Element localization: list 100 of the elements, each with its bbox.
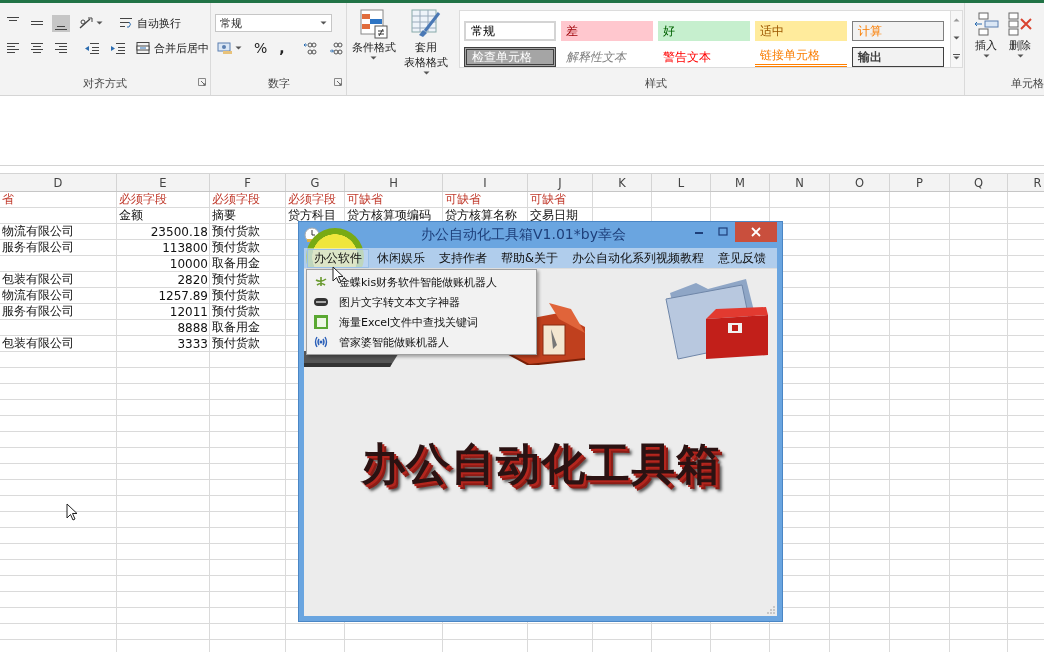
column-header[interactable]: L — [652, 174, 711, 191]
column-header[interactable]: P — [890, 174, 950, 191]
table-cell-text: 省 — [1, 192, 15, 208]
table-cell-text: 贷方核算名称 — [444, 208, 518, 224]
cell-style-option[interactable]: 适中 — [755, 21, 847, 41]
cell-style-option[interactable]: 常规 — [464, 21, 556, 41]
column-header[interactable]: O — [830, 174, 890, 191]
column-header[interactable]: G — [286, 174, 345, 191]
caret-icon — [320, 21, 327, 25]
table-cell-text: 摘要 — [211, 208, 237, 224]
column-header[interactable]: I — [443, 174, 528, 191]
middle-align-icon — [31, 21, 43, 25]
column-header[interactable]: K — [593, 174, 652, 191]
wrap-text-icon — [119, 16, 133, 30]
window-title: 办公自动化工具箱V1.01*by幸会 — [420, 226, 627, 244]
column-header[interactable]: J — [528, 174, 593, 191]
colored-grid-icon — [359, 9, 388, 39]
column-header[interactable]: H — [345, 174, 443, 191]
caret-icon — [235, 46, 242, 50]
comma-button[interactable]: , — [277, 39, 287, 57]
increase-indent-icon — [110, 41, 126, 55]
banner-title: 办公自动化工具箱 — [359, 437, 722, 491]
menu-item[interactable]: 意见反馈 — [711, 249, 772, 267]
group-label: 对齐方式 — [83, 75, 127, 91]
menu-item[interactable]: 管家婆智能做账机器人 — [307, 332, 536, 352]
menu-item[interactable]: 图片文字转文本文字神器 — [307, 292, 536, 312]
table-cell-text: 12011 — [168, 304, 209, 320]
table-cell-text: 包装有限公司 — [1, 336, 75, 352]
table-brush-icon — [411, 9, 441, 39]
caret-icon — [422, 71, 430, 75]
menu-item[interactable]: 金蝶kis财务软件智能做账机器人 — [307, 272, 536, 292]
cell-style-option[interactable]: 输出 — [852, 47, 944, 67]
column-header[interactable]: E — [117, 174, 210, 191]
menu-item[interactable]: 海量Excel文件中查找关键词 — [307, 312, 536, 332]
number-format-dropdown[interactable]: 常规 — [215, 14, 332, 32]
table-cell-text: 贷方核算项编码 — [346, 208, 432, 224]
table-cell-text: 可缺省 — [529, 192, 567, 208]
group-label: 单元格 — [1011, 75, 1044, 91]
insert-button[interactable]: 插入 — [973, 9, 1000, 75]
insert-cells-icon — [973, 11, 1000, 37]
angled-text-icon — [78, 16, 94, 30]
column-header[interactable]: N — [770, 174, 830, 191]
table-cell-text: 物流有限公司 — [1, 224, 75, 240]
table-cell-text: 预付货款 — [211, 272, 261, 288]
column-header[interactable]: R — [1008, 174, 1044, 191]
menu-item[interactable]: 休闲娱乐 — [371, 249, 431, 267]
align-button[interactable] — [52, 14, 70, 32]
close-icon — [751, 227, 761, 237]
pointer-icon — [66, 503, 78, 521]
scroll-up-icon[interactable] — [953, 18, 960, 22]
align-left-icon — [6, 41, 20, 55]
decrease-indent-icon — [84, 41, 100, 55]
column-header[interactable]: D — [0, 174, 117, 191]
merge-center-button[interactable]: 合并后居中 — [134, 39, 211, 57]
group-label: 样式 — [644, 75, 667, 91]
dialog-launcher-icon[interactable] — [334, 78, 342, 86]
merge-cells-icon — [136, 41, 150, 55]
money-icon — [217, 41, 233, 55]
table-cell-text: 8888 — [176, 320, 209, 336]
column-header[interactable]: M — [711, 174, 770, 191]
delete-cells-icon — [1007, 11, 1034, 37]
close-button[interactable] — [735, 222, 777, 242]
cell-style-option[interactable]: 好 — [658, 21, 750, 41]
caret-icon — [982, 54, 990, 58]
menu-item[interactable]: 支持作者 — [433, 249, 493, 267]
table-cell-text: 必须字段 — [287, 192, 337, 208]
table-cell-text: 服务有限公司 — [1, 304, 75, 320]
table-cell-text: 3333 — [176, 336, 209, 352]
caret-icon — [1016, 54, 1024, 58]
scroll-down-icon[interactable] — [953, 36, 960, 40]
top-align-icon — [7, 16, 19, 21]
menu-item[interactable]: 帮助&关于 — [495, 249, 564, 267]
column-header[interactable]: Q — [950, 174, 1008, 191]
table-cell-text: 可缺省 — [346, 192, 384, 208]
resize-grip-icon[interactable] — [767, 606, 775, 614]
delete-button[interactable]: 删除 — [1007, 9, 1034, 75]
currency-button[interactable] — [215, 39, 244, 57]
format-as-table-button[interactable]: 套用 表格格式 — [397, 3, 455, 75]
menu-item[interactable]: 办公自动化系列视频教程 — [565, 249, 710, 267]
expand-gallery-icon[interactable] — [953, 54, 960, 60]
table-cell-text: 23500.18 — [149, 224, 209, 240]
table-cell-text: 可缺省 — [444, 192, 482, 208]
table-cell-text: 必须字段 — [211, 192, 261, 208]
conditional-format-button[interactable]: 条件格式 — [347, 3, 397, 75]
signal-icon — [313, 334, 329, 350]
table-cell-text: 预付货款 — [211, 336, 261, 352]
increase-decimal-icon — [302, 41, 317, 55]
percent-button[interactable]: % — [252, 39, 270, 57]
wrap-text-button[interactable]: 自动换行 — [117, 14, 183, 32]
table-cell-text: 预付货款 — [211, 304, 261, 320]
cell-style-option[interactable]: 差 — [561, 21, 653, 41]
table-cell-text: 1257.89 — [157, 288, 209, 304]
dialog-launcher-icon[interactable] — [198, 78, 206, 86]
table-cell-text: 预付货款 — [211, 224, 261, 240]
table-cell-text: 必须字段 — [118, 192, 168, 208]
column-header[interactable]: F — [210, 174, 286, 191]
table-cell-text: 贷方科目 — [287, 208, 337, 224]
table-cell-text: 113800 — [161, 240, 209, 256]
group-label: 数字 — [267, 75, 290, 91]
table-cell-text: 取备用金 — [211, 320, 261, 336]
